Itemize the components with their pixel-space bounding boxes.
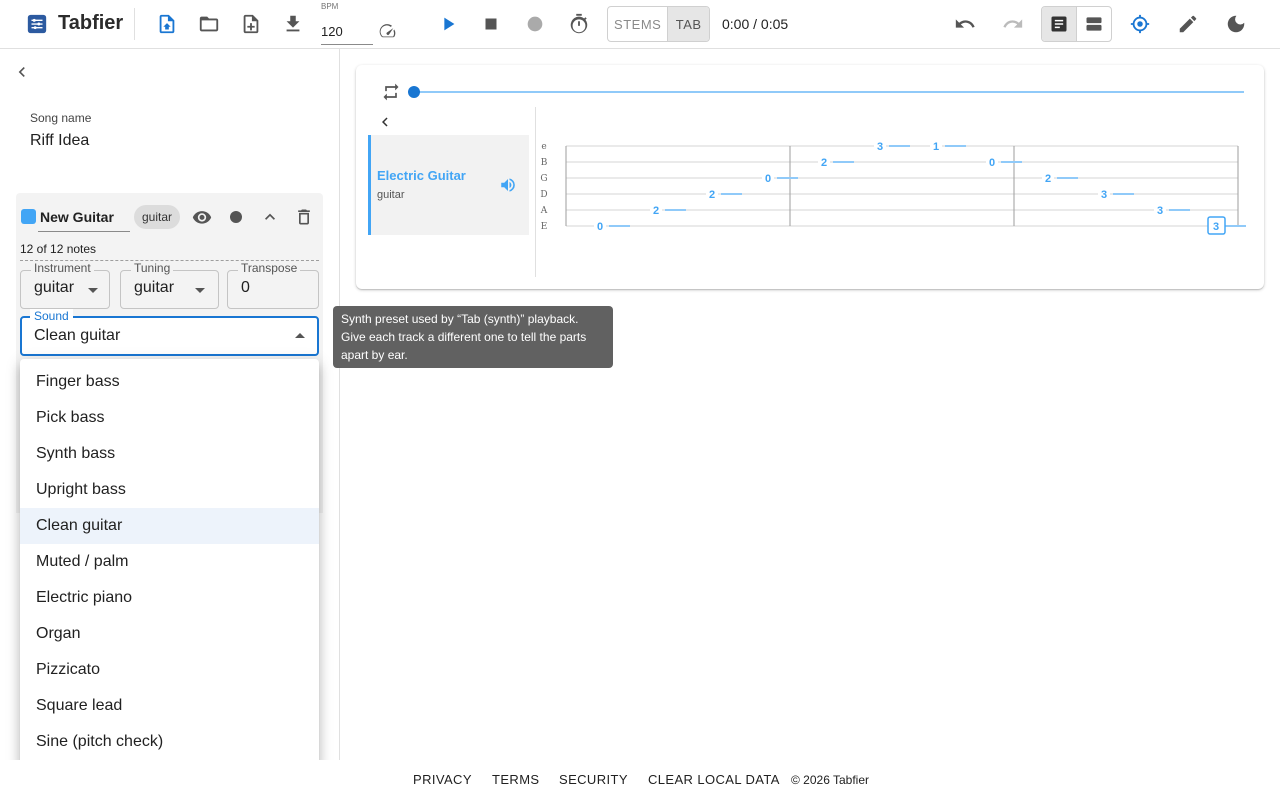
stop-icon[interactable] bbox=[475, 8, 507, 40]
instrument-label: Instrument bbox=[31, 261, 94, 275]
sound-option[interactable]: Synth bass bbox=[20, 436, 319, 472]
playback-time: 0:00 / 0:05 bbox=[722, 16, 789, 32]
track-volume-icon[interactable] bbox=[492, 169, 524, 201]
tab-note-fret[interactable]: 2 bbox=[1045, 173, 1051, 185]
footer-link-security[interactable]: SECURITY bbox=[559, 772, 628, 787]
sound-option[interactable]: Upright bass bbox=[20, 472, 319, 508]
sound-option[interactable]: Finger bass bbox=[20, 364, 319, 400]
dark-mode-moon-icon[interactable] bbox=[1220, 8, 1252, 40]
metronome-timer-icon[interactable] bbox=[563, 8, 595, 40]
string-name-label: e bbox=[541, 142, 546, 152]
sound-option[interactable]: Square lead bbox=[20, 688, 319, 724]
instrument-dropdown-caret-icon bbox=[88, 288, 98, 293]
locate-target-icon[interactable] bbox=[1124, 8, 1156, 40]
article-icon bbox=[1051, 16, 1067, 32]
notes-count: 12 of 12 notes bbox=[20, 242, 97, 256]
stacked-rows-icon bbox=[1086, 17, 1102, 31]
sound-value: Clean guitar bbox=[34, 327, 121, 344]
edit-pencil-icon[interactable] bbox=[1172, 8, 1204, 40]
sound-option[interactable]: Pick bass bbox=[20, 400, 319, 436]
redo-icon[interactable] bbox=[997, 8, 1029, 40]
tab-note-fret[interactable]: 0 bbox=[765, 173, 771, 185]
view-stacked-toggle[interactable] bbox=[1077, 7, 1112, 41]
tuning-label: Tuning bbox=[131, 261, 174, 275]
sound-option[interactable]: Electric piano bbox=[20, 580, 319, 616]
download-icon[interactable] bbox=[277, 8, 309, 40]
sound-option[interactable]: Sine (pitch check) bbox=[20, 724, 319, 760]
mode-toggle-tab[interactable]: TAB bbox=[668, 7, 709, 41]
view-document-toggle[interactable] bbox=[1042, 7, 1077, 41]
undo-icon[interactable] bbox=[949, 8, 981, 40]
new-file-icon[interactable] bbox=[235, 8, 267, 40]
visibility-eye-icon[interactable] bbox=[186, 201, 218, 233]
string-name-label: A bbox=[540, 206, 548, 216]
sound-option[interactable]: Organ bbox=[20, 616, 319, 652]
sound-option[interactable]: Muted / palm bbox=[20, 544, 319, 580]
mode-toggle-group: STEMS TAB bbox=[607, 6, 710, 42]
record-arm-icon[interactable] bbox=[220, 201, 252, 233]
score-track-instrument: guitar bbox=[377, 189, 405, 201]
track-name-input[interactable]: New Guitar bbox=[40, 209, 114, 225]
track-color-swatch[interactable] bbox=[21, 209, 36, 224]
string-name-label: E bbox=[541, 222, 548, 232]
track-type-chip: guitar bbox=[134, 205, 181, 229]
track-name-underline bbox=[38, 231, 130, 232]
tablature-staff[interactable]: eBGDAE 0 2 2 0 2 3 1 0 2 3 3 3 bbox=[536, 135, 1248, 235]
tab-note-fret[interactable]: 3 bbox=[1213, 221, 1219, 233]
score-track-name: Electric Guitar bbox=[377, 168, 466, 183]
tuning-dropdown-caret-icon bbox=[195, 288, 205, 293]
open-folder-icon[interactable] bbox=[193, 8, 225, 40]
mode-toggle-stems[interactable]: STEMS bbox=[608, 7, 669, 41]
delete-track-trash-icon[interactable] bbox=[288, 201, 320, 233]
tab-note-fret[interactable]: 3 bbox=[877, 141, 883, 153]
tab-note-fret[interactable]: 1 bbox=[933, 141, 939, 153]
footer-link-privacy[interactable]: PRIVACY bbox=[413, 772, 472, 787]
string-name-label: B bbox=[541, 158, 548, 168]
tab-note-fret[interactable]: 3 bbox=[1101, 189, 1107, 201]
copyright: © 2026 Tabfier bbox=[791, 773, 870, 787]
transpose-label: Transpose bbox=[238, 261, 301, 275]
play-icon[interactable] bbox=[432, 8, 464, 40]
score-back-chevron-icon[interactable] bbox=[369, 106, 401, 138]
bpm-label: BPM bbox=[321, 2, 339, 11]
tab-note-fret[interactable]: 3 bbox=[1157, 205, 1163, 217]
tabfier-logo-icon bbox=[21, 8, 53, 40]
string-name-label: G bbox=[540, 174, 547, 184]
song-name-label: Song name bbox=[30, 111, 92, 125]
bpm-input[interactable]: 120 bbox=[321, 24, 373, 45]
view-toggle-group bbox=[1041, 6, 1112, 42]
footer bbox=[0, 760, 1280, 800]
sound-option[interactable]: Pizzicato bbox=[20, 652, 319, 688]
footer-link-terms[interactable]: TERMS bbox=[492, 772, 540, 787]
toolbar-divider bbox=[134, 8, 135, 40]
upload-file-icon[interactable] bbox=[151, 8, 183, 40]
string-name-label: D bbox=[540, 190, 547, 200]
loop-repeat-icon[interactable] bbox=[375, 76, 407, 108]
tuning-value: guitar bbox=[134, 279, 175, 296]
speed-gauge-icon[interactable] bbox=[372, 16, 404, 48]
sound-tooltip: Synth preset used by “Tab (synth)” playb… bbox=[333, 306, 613, 368]
transpose-value: 0 bbox=[241, 279, 250, 296]
playback-timeline-track[interactable] bbox=[414, 91, 1244, 93]
record-icon[interactable] bbox=[519, 8, 551, 40]
instrument-value: guitar bbox=[34, 279, 75, 296]
app-title: Tabfier bbox=[58, 12, 124, 34]
footer-link-clear-local-data[interactable]: CLEAR LOCAL DATA bbox=[648, 772, 780, 787]
tab-note-fret[interactable]: 2 bbox=[709, 189, 715, 201]
tab-note-fret[interactable]: 2 bbox=[821, 157, 827, 169]
tab-note-fret[interactable]: 0 bbox=[597, 221, 603, 233]
sound-options-menu: Finger bass Pick bass Synth bass Upright ba… bbox=[20, 359, 319, 769]
tab-note-fret[interactable]: 2 bbox=[653, 205, 659, 217]
tab-note-fret[interactable]: 0 bbox=[989, 157, 995, 169]
sound-option[interactable]: Clean guitar bbox=[20, 508, 319, 544]
playback-timeline-thumb[interactable] bbox=[408, 86, 420, 98]
collapse-panel-chevron-icon[interactable] bbox=[12, 62, 32, 82]
sound-dropdown-caret-up-icon bbox=[295, 333, 305, 338]
song-name-field[interactable]: Riff Idea bbox=[30, 132, 89, 150]
sound-label: Sound bbox=[30, 309, 73, 323]
collapse-track-chevron-up-icon[interactable] bbox=[254, 201, 286, 233]
